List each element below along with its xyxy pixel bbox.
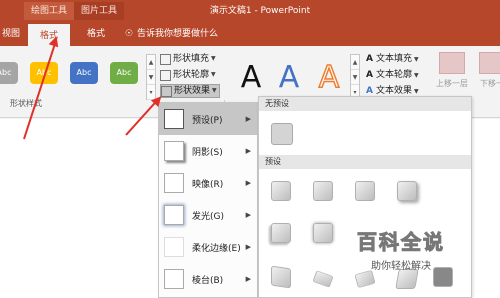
shape-style-swatch-green[interactable]: Abc [110, 62, 138, 84]
shape-style-swatch-blue[interactable]: Abc [70, 62, 98, 84]
chevron-right-icon: ▶ [245, 275, 251, 283]
chevron-down-icon: ▼ [212, 87, 217, 94]
bevel-icon [164, 269, 184, 289]
chevron-down-icon: ▼ [413, 72, 419, 79]
send-backward-icon [479, 52, 500, 74]
menu-item-label: 预设(P) [192, 115, 223, 126]
tell-me-text: 告诉我你想要做什么 [137, 29, 219, 39]
tab-format-picture[interactable]: 格式 [78, 22, 114, 46]
chevron-down-icon: ▼ [211, 71, 216, 78]
chevron-right-icon: ▶ [245, 211, 251, 219]
pen-icon [160, 69, 171, 81]
reflection-icon [164, 173, 184, 193]
text-outline-button[interactable]: A 文本轮廓 ▼ [366, 68, 419, 82]
preset-icon [164, 109, 184, 129]
menu-item-soft-edges[interactable]: 柔化边缘(E) ▶ [159, 231, 257, 263]
preset-option[interactable] [312, 270, 334, 288]
shape-style-gallery-scroll[interactable]: ▲ ▼ ▾ [146, 54, 156, 100]
lightbulb-icon: ☉ [124, 29, 134, 39]
shape-fill-label: 形状填充 [173, 54, 210, 64]
preset-option[interactable] [395, 269, 419, 289]
watermark: 百科全说 助你轻松解决 [336, 226, 466, 273]
preset-header: 预设 [259, 155, 471, 169]
chevron-right-icon: ▶ [245, 115, 251, 123]
menu-item-bevel[interactable]: 棱台(B) ▶ [159, 263, 257, 295]
chevron-down-icon: ▼ [413, 56, 419, 63]
text-effects-icon: A [366, 86, 373, 96]
bring-forward-button[interactable]: 上移一层 [432, 52, 472, 98]
chevron-down-icon: ▼ [211, 55, 216, 62]
no-preset-header: 无预设 [259, 97, 471, 111]
preset-option[interactable] [313, 223, 333, 243]
shadow-icon [164, 141, 184, 161]
glow-icon [164, 205, 184, 225]
menu-item-reflection[interactable]: 映像(R) ▶ [159, 167, 257, 199]
paint-bucket-icon [160, 53, 171, 65]
chevron-right-icon: ▶ [245, 147, 251, 155]
send-backward-button[interactable]: 下移一 [472, 52, 500, 98]
ribbon-tabs: 视图 格式 格式 ☉ 告诉我你想要做什么 [0, 22, 500, 46]
shape-style-swatch-gray[interactable]: Abc [0, 62, 18, 84]
preset-option[interactable] [271, 265, 291, 289]
chevron-down-icon: ▼ [413, 88, 419, 95]
text-fill-button[interactable]: A 文本填充 ▼ [366, 52, 419, 66]
preset-option[interactable] [271, 223, 291, 243]
preset-option[interactable] [271, 181, 291, 201]
scroll-up-icon[interactable]: ▲ [147, 55, 155, 70]
menu-item-preset[interactable]: 预设(P) ▶ [159, 103, 257, 135]
shape-fill-button[interactable]: 形状填充 ▼ [160, 52, 216, 66]
menu-item-shadow[interactable]: 阴影(S) ▶ [159, 135, 257, 167]
tell-me-search[interactable]: ☉ 告诉我你想要做什么 [124, 22, 218, 46]
bring-forward-label: 上移一层 [436, 79, 468, 88]
shape-effects-label: 形状效果 [174, 86, 211, 96]
text-outline-label: 文本轮廓 [375, 70, 412, 80]
shape-effects-icon [161, 85, 172, 97]
tab-view[interactable]: 视图 [0, 22, 22, 46]
menu-item-label: 阴影(S) [192, 147, 223, 158]
document-title: 演示文稿1 - PowerPoint [209, 6, 311, 16]
preset-option[interactable] [397, 181, 417, 201]
title-bar: 绘图工具 图片工具 演示文稿1 - PowerPoint [0, 0, 500, 22]
menu-item-label: 映像(R) [192, 179, 224, 190]
preset-option[interactable] [313, 181, 333, 201]
context-tab-drawing-tools[interactable]: 绘图工具 [24, 2, 74, 20]
chevron-right-icon: ▶ [245, 243, 251, 251]
shape-outline-button[interactable]: 形状轮廓 ▼ [160, 68, 216, 82]
context-tab-picture-tools[interactable]: 图片工具 [74, 2, 124, 20]
watermark-subtitle: 助你轻松解决 [371, 261, 431, 272]
preset-option[interactable] [354, 269, 376, 289]
chevron-right-icon: ▶ [245, 179, 251, 187]
soft-edges-icon [164, 237, 184, 257]
scroll-down-icon[interactable]: ▼ [351, 70, 359, 85]
shape-effects-menu: 预设(P) ▶ 阴影(S) ▶ 映像(R) ▶ 发光(G) ▶ 柔化边缘(E) … [158, 102, 258, 298]
shape-outline-label: 形状轮廓 [173, 70, 210, 80]
text-outline-icon: A [366, 70, 373, 80]
scroll-down-icon[interactable]: ▼ [147, 70, 155, 85]
wordart-gallery-scroll[interactable]: ▲ ▼ ▾ [350, 54, 360, 100]
watermark-title: 百科全说 [357, 230, 445, 255]
shape-effects-button[interactable]: 形状效果 ▼ [160, 84, 220, 98]
bring-forward-icon [439, 52, 465, 74]
text-fill-icon: A [366, 54, 373, 64]
text-fill-label: 文本填充 [375, 54, 412, 64]
send-backward-label: 下移一 [480, 79, 500, 88]
menu-item-label: 柔化边缘(E) [192, 243, 241, 254]
preset-option[interactable] [355, 181, 375, 201]
menu-item-label: 棱台(B) [192, 275, 224, 286]
menu-item-label: 发光(G) [192, 211, 224, 222]
text-effects-label: 文本效果 [375, 86, 412, 96]
scroll-up-icon[interactable]: ▲ [351, 55, 359, 70]
no-preset-option[interactable] [271, 123, 293, 145]
wordart-style-orange-outline[interactable]: A [306, 56, 352, 100]
menu-item-glow[interactable]: 发光(G) ▶ [159, 199, 257, 231]
